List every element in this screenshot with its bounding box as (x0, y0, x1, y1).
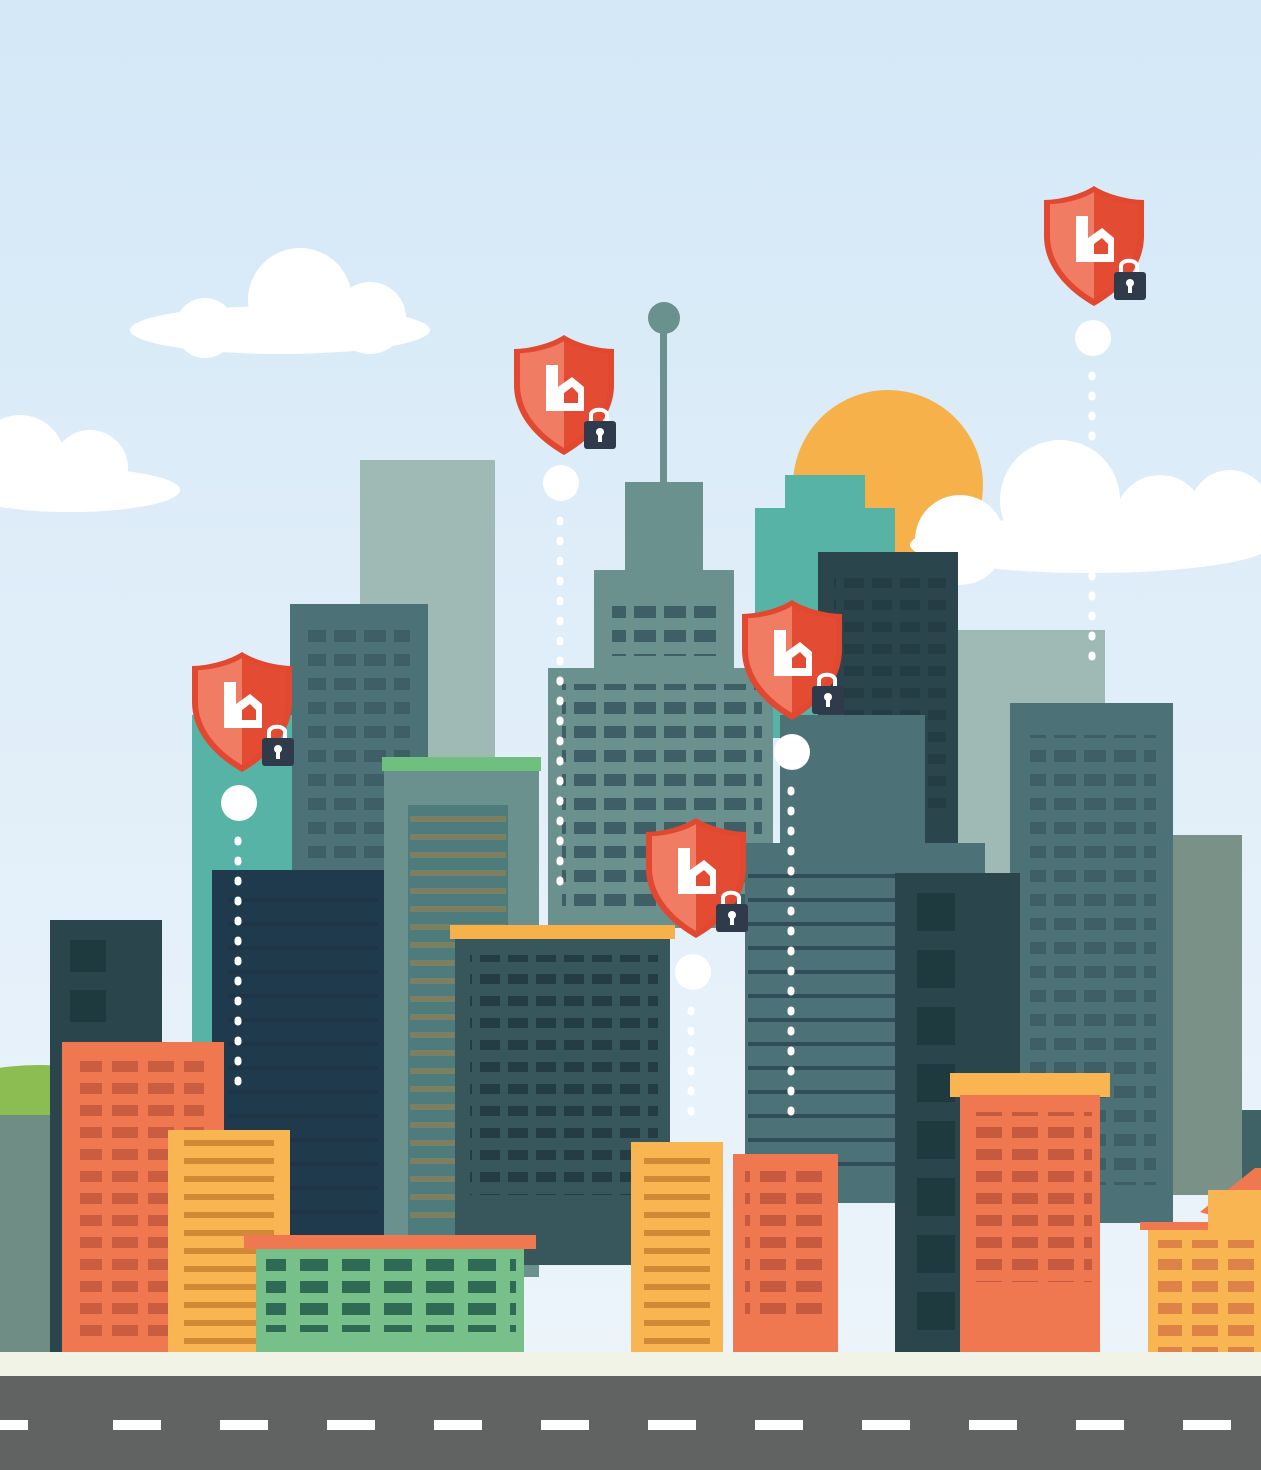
window (70, 940, 106, 972)
building-roof (382, 757, 541, 771)
building-windows (745, 1170, 829, 1320)
tower-top (625, 482, 703, 582)
building-roof (244, 1235, 536, 1249)
marker-dot (1075, 320, 1111, 356)
marker-dot (774, 734, 810, 770)
window (917, 1292, 955, 1330)
city-skyline-illustration (0, 0, 1261, 1470)
window (917, 1007, 955, 1045)
building-windows (470, 955, 658, 1195)
window (70, 990, 106, 1022)
building-windows (266, 1256, 516, 1332)
window (917, 950, 955, 988)
building-roof (950, 1073, 1110, 1097)
building-windows (968, 1112, 1092, 1282)
building-windows (1158, 1240, 1258, 1352)
building-lines (644, 1150, 710, 1350)
window (917, 893, 955, 931)
building-lines (748, 860, 908, 1180)
window (917, 1121, 955, 1159)
antenna-tip (648, 302, 680, 334)
window (917, 1064, 955, 1102)
marker-dot (221, 785, 257, 821)
antenna (660, 320, 667, 490)
marker-dot (675, 954, 711, 990)
sidewalk (0, 1352, 1261, 1378)
house-upper (1208, 1190, 1261, 1235)
marker-dot (543, 465, 579, 501)
road (0, 1376, 1261, 1470)
building-roof (450, 925, 675, 939)
building-bg (1170, 835, 1242, 1195)
building-windows (612, 594, 716, 656)
window (917, 1178, 955, 1216)
window (917, 1235, 955, 1273)
